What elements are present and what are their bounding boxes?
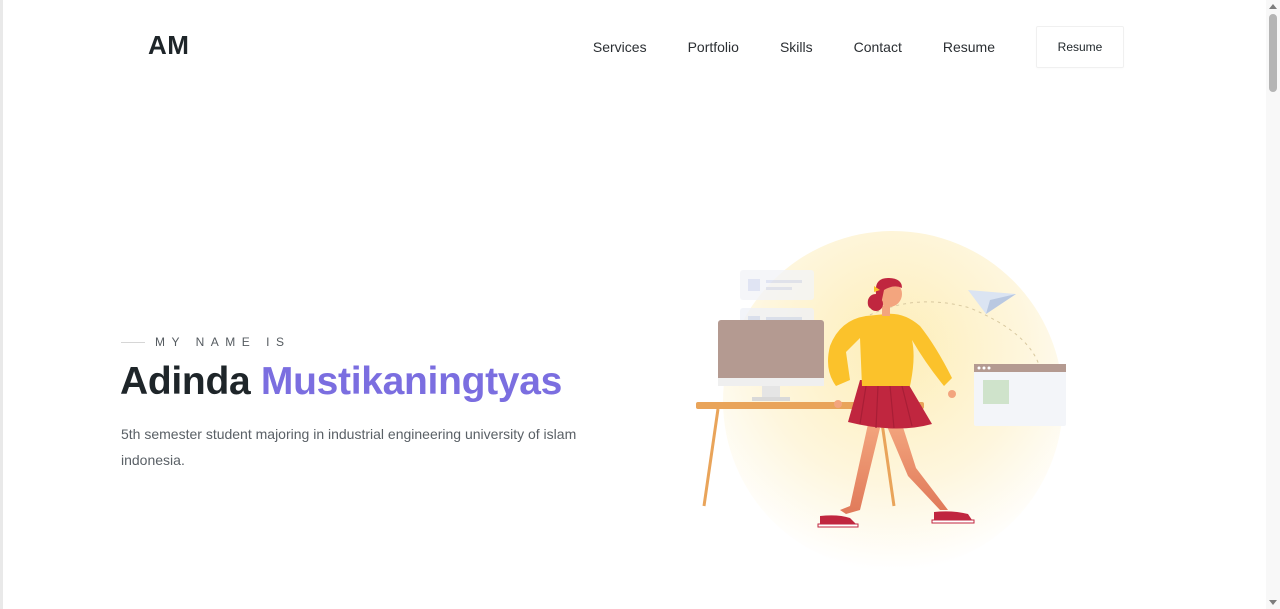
hero-first-name: Adinda [120,360,251,403]
scroll-up-icon[interactable] [1269,4,1277,9]
hero-title: Adinda Mustikaningtyas [120,360,562,404]
eyebrow: MY NAME IS [121,335,290,349]
nav-link-resume[interactable]: Resume [943,39,995,55]
nav-link-contact[interactable]: Contact [854,39,902,55]
hero-last-name: Mustikaningtyas [260,360,562,403]
logo[interactable]: AM [148,30,189,61]
nav-link-services[interactable]: Services [593,39,647,55]
scrollbar-thumb[interactable] [1269,14,1277,92]
woman-walking-at-desk-illustration [696,231,1066,571]
nav-link-skills[interactable]: Skills [780,39,813,55]
hero-description: 5th semester student majoring in industr… [121,426,577,468]
eyebrow-text: MY NAME IS [155,335,291,349]
scroll-down-icon[interactable] [1269,600,1277,605]
eyebrow-line [121,341,145,343]
browser-window [974,364,1066,426]
window-edge [0,0,3,609]
resume-button[interactable]: Resume [1036,26,1124,68]
nav-link-portfolio[interactable]: Portfolio [688,39,739,55]
main-nav: Services Portfolio Skills Contact Resume… [593,26,1124,68]
page: AM Services Portfolio Skills Contact Res… [0,0,1280,609]
scrollbar[interactable] [1266,0,1280,609]
